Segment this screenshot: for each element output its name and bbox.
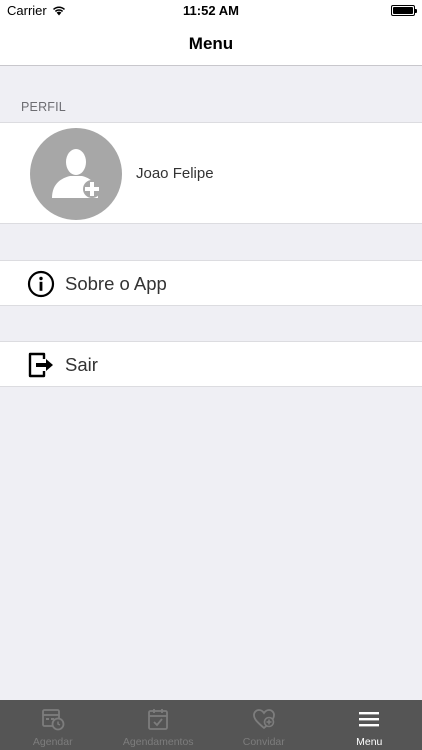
tab-menu[interactable]: Menu [317,700,422,750]
tab-bar: Agendar Agendamentos Convidar Menu [0,700,422,750]
add-user-icon [52,149,101,198]
tab-agendar[interactable]: Agendar [0,700,106,750]
tab-label: Menu [356,736,383,748]
hamburger-icon [359,712,380,727]
profile-cell[interactable]: Joao Felipe [0,122,422,224]
tab-convidar[interactable]: Convidar [211,700,317,750]
menu-item-logout[interactable]: Sair [0,341,422,387]
heart-add-icon [252,709,275,730]
avatar[interactable] [30,128,122,220]
calendar-check-icon [148,709,169,730]
profile-name: Joao Felipe [136,165,214,182]
menu-item-label: Sair [65,354,98,375]
menu-item-label: Sobre o App [65,273,167,294]
battery-icon [391,5,417,16]
status-time: 11:52 AM [183,3,239,18]
tab-agendamentos[interactable]: Agendamentos [106,700,212,750]
page-title: Menu [188,33,234,53]
status-bar: Carrier 11:52 AM [0,0,422,22]
info-icon [27,270,55,298]
profile-section-header: PERFIL [21,100,66,114]
logout-icon [28,352,53,378]
tab-label: Convidar [242,736,285,748]
navigation-bar: Menu [0,22,422,66]
menu-item-about[interactable]: Sobre o App [0,260,422,306]
tab-label: Agendar [32,736,73,748]
tab-label: Agendamentos [122,736,194,748]
calendar-clock-icon [41,709,65,731]
